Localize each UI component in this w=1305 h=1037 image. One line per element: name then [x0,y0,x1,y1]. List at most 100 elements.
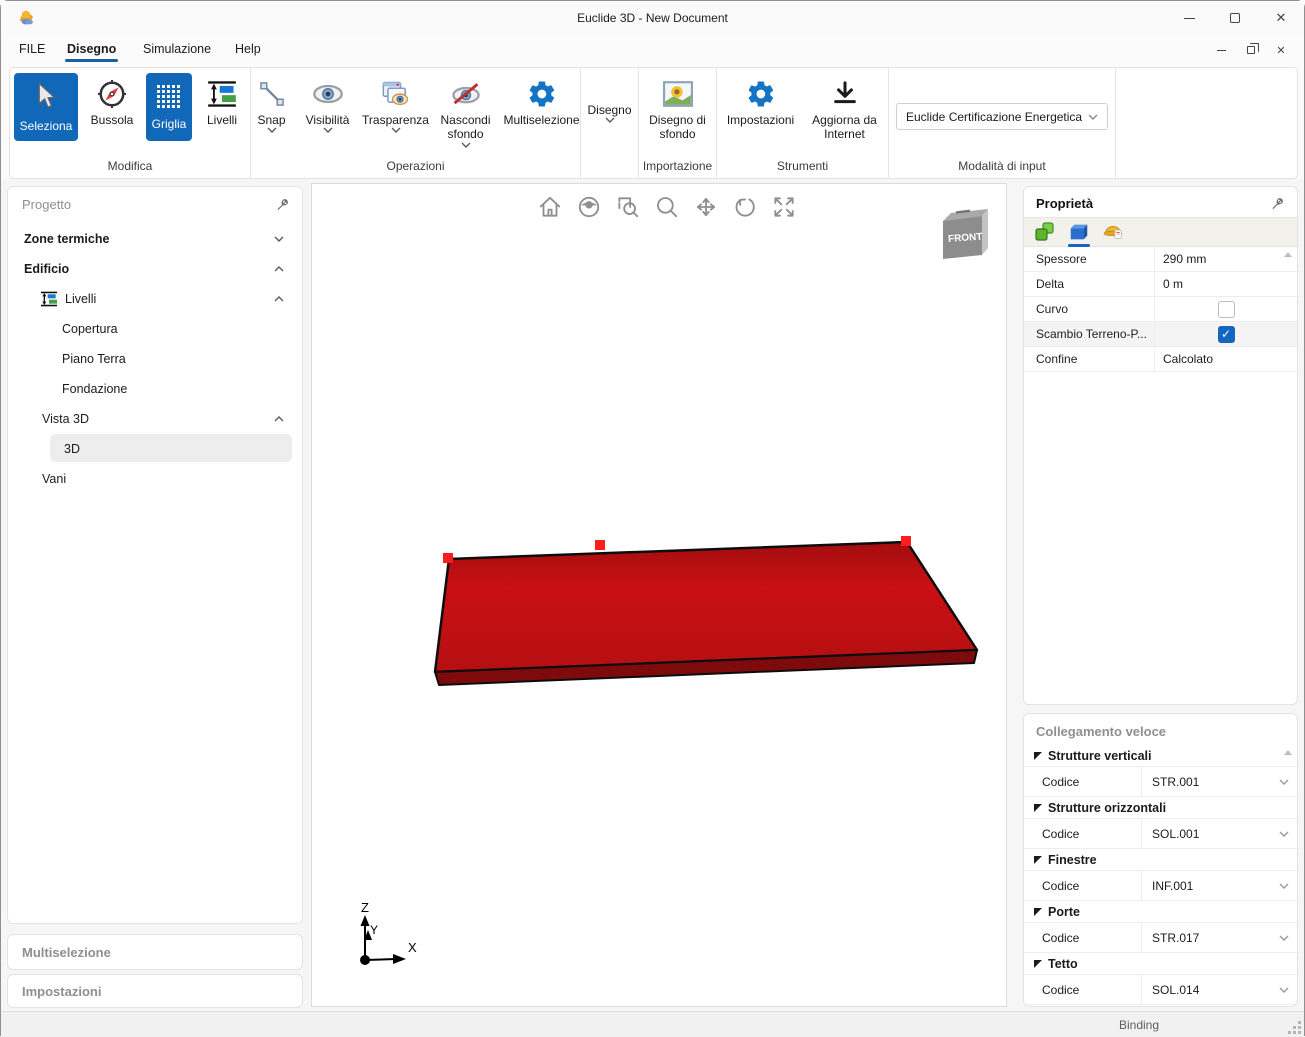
impostazioni-button[interactable]: Impostazioni [721,73,801,130]
pin-icon[interactable] [1270,196,1285,211]
orbit-eye-icon[interactable] [576,194,602,220]
multiselezione-panel[interactable]: Multiselezione [7,934,303,970]
livelli-button[interactable]: Livelli [198,73,246,130]
menu-simulazione[interactable]: Simulazione [143,42,211,56]
expander-triangle-icon[interactable] [1034,856,1042,864]
codice-row-tetto[interactable]: Codice SOL.014 [1024,975,1297,1005]
trasparenza-button[interactable]: Trasparenza [360,73,432,136]
document-close-button[interactable]: ✕ [1266,35,1296,65]
window-maximize-button[interactable] [1212,1,1258,35]
codice-row-porte[interactable]: Codice STR.017 [1024,923,1297,953]
expander-triangle-icon[interactable] [1034,960,1042,968]
grid-icon [157,76,181,116]
nascondi-sfondo-button[interactable]: Nascondi sfondo [434,73,498,151]
bussola-button[interactable]: Bussola [84,73,140,130]
project-panel: Progetto Zone termiche Edificio [7,186,303,924]
dropdown-chevron-icon[interactable] [1279,883,1289,889]
expander-triangle-icon[interactable] [1034,908,1042,916]
griglia-button[interactable]: Griglia [146,73,192,141]
multiselezione-button[interactable]: Multiselezione [500,73,584,130]
property-row-confine[interactable]: Confine Calcolato [1024,347,1297,372]
view-cube[interactable]: FRONT [936,204,992,267]
disegno-dropdown-chevron-icon[interactable] [605,117,615,123]
disegno-button[interactable]: Disegno [583,99,637,126]
expander-triangle-icon[interactable] [1034,752,1042,760]
disegno-di-sfondo-button[interactable]: Disegno di sfondo [642,73,714,145]
property-row-scambio-terreno[interactable]: Scambio Terreno-P... ✓ [1024,322,1297,347]
menu-help[interactable]: Help [235,42,261,56]
scroll-up-arrow-icon[interactable] [1284,750,1292,755]
green-cubes-icon[interactable] [1034,221,1056,243]
zoom-window-icon[interactable] [615,194,641,220]
tree-item-zone-termiche[interactable]: Zone termiche [8,224,302,254]
livelli-label: Livelli [207,113,237,127]
dropdown-chevron-icon[interactable] [1279,987,1289,993]
chevron-down-icon[interactable] [274,236,284,242]
tree-item-copertura[interactable]: Copertura [8,314,302,344]
seleziona-label: Seleziona [20,119,73,133]
rotate-view-icon[interactable] [732,194,758,220]
menu-file[interactable]: FILE [19,42,45,56]
nascondi-dropdown-chevron-icon[interactable] [461,142,471,148]
scene-canvas[interactable]: Z Y X [312,184,1008,1008]
tree-item-edificio[interactable]: Edificio [8,254,302,284]
pin-icon[interactable] [275,197,290,212]
trasparenza-dropdown-chevron-icon[interactable] [391,127,401,133]
snap-label: Snap [257,113,285,127]
zoom-icon[interactable] [654,194,680,220]
menu-disegno-active-tab[interactable]: Disegno [67,42,116,56]
document-restore-button[interactable] [1236,35,1266,65]
dropdown-chevron-icon[interactable] [1279,935,1289,941]
property-row-delta[interactable]: Delta 0 m [1024,272,1297,297]
project-tree: Zone termiche Edificio Livelli [8,224,302,494]
curvo-checkbox[interactable] [1218,301,1235,318]
visibilita-dropdown-chevron-icon[interactable] [323,127,333,133]
codice-row-finestre[interactable]: Codice INF.001 [1024,871,1297,901]
aggiorna-label: Aggiorna da Internet [806,113,884,142]
section-tetto[interactable]: Tetto [1024,953,1297,975]
fit-view-icon[interactable] [771,194,797,220]
visibilita-button[interactable]: Visibilità [298,73,358,136]
seleziona-button[interactable]: Seleziona [14,73,78,141]
section-porte[interactable]: Porte [1024,901,1297,923]
hard-hat-icon[interactable] [1102,221,1124,243]
blue-cube-icon[interactable] [1068,221,1090,243]
expander-triangle-icon[interactable] [1034,804,1042,812]
tree-item-vista-3d[interactable]: Vista 3D [8,404,302,434]
red-slab[interactable] [435,542,977,685]
tree-item-vani[interactable]: Vani [8,464,302,494]
tree-item-piano-terra[interactable]: Piano Terra [8,344,302,374]
chevron-up-icon[interactable] [274,266,284,272]
property-row-curvo[interactable]: Curvo [1024,297,1297,322]
impostazioni-panel[interactable]: Impostazioni [7,974,303,1008]
section-strutture-verticali[interactable]: Strutture verticali [1024,745,1297,767]
chevron-up-icon[interactable] [274,296,284,302]
document-minimize-button[interactable] [1206,35,1236,65]
aggiorna-da-internet-button[interactable]: Aggiorna da Internet [805,73,885,145]
dropdown-chevron-icon[interactable] [1279,831,1289,837]
input-mode-select[interactable]: Euclide Certificazione Energetica [896,103,1108,130]
select-chevron-icon [1088,114,1098,120]
codice-row-strutture-verticali[interactable]: Codice STR.001 [1024,767,1297,797]
window-minimize-button[interactable] [1166,1,1212,35]
section-finestre[interactable]: Finestre [1024,849,1297,871]
section-strutture-orizzontali[interactable]: Strutture orizzontali [1024,797,1297,819]
snap-button[interactable]: Snap [248,73,296,136]
pan-icon[interactable] [693,194,719,220]
tree-item-3d-selected[interactable]: 3D [8,434,302,464]
home-view-icon[interactable] [537,194,563,220]
window-close-button[interactable]: ✕ [1258,1,1304,35]
codice-row-strutture-orizzontali[interactable]: Codice SOL.001 [1024,819,1297,849]
resize-grip[interactable] [1298,1031,1301,1034]
scroll-up-arrow-icon[interactable] [1284,252,1292,257]
tree-item-livelli[interactable]: Livelli [8,284,302,314]
dropdown-chevron-icon[interactable] [1279,779,1289,785]
viewport-3d[interactable]: Z Y X [311,183,1007,1007]
scambio-terreno-checkbox-checked[interactable]: ✓ [1218,326,1235,343]
tree-item-fondazione[interactable]: Fondazione [8,374,302,404]
ribbon-group-disegno: Disegno [580,68,638,178]
ribbon-group-importazione: Disegno di sfondo Importazione [638,68,716,178]
snap-dropdown-chevron-icon[interactable] [267,127,277,133]
chevron-up-icon[interactable] [274,416,284,422]
property-row-spessore[interactable]: Spessore 290 mm [1024,247,1297,272]
